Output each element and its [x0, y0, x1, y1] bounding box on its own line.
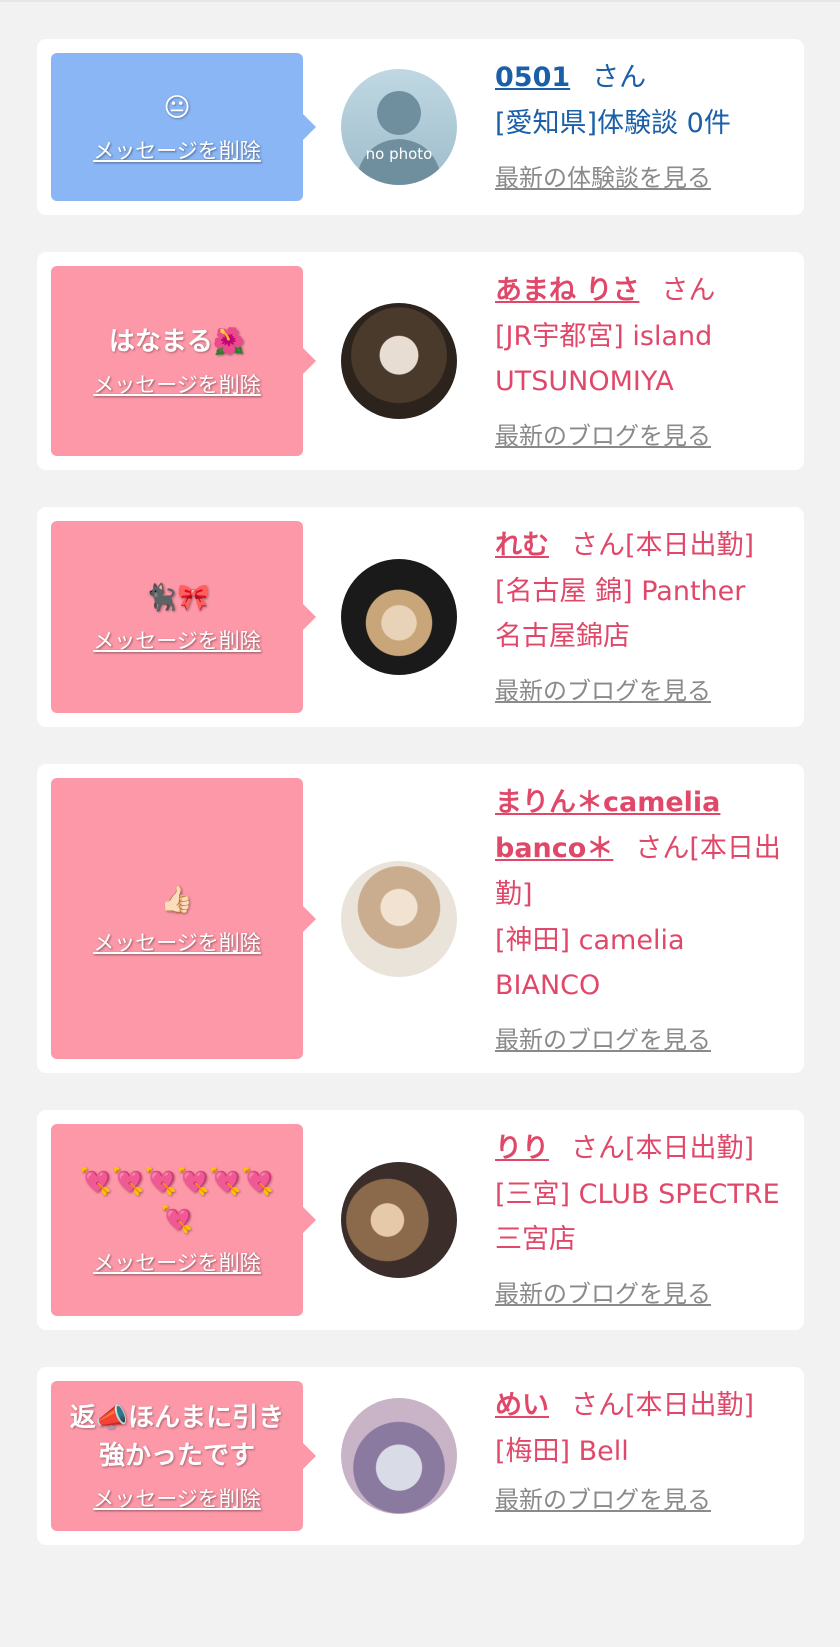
avatar[interactable]: no photo	[341, 69, 457, 185]
girl-info: まりん＊camelia banco＊ さん[本日出勤] [神田] camelia …	[495, 778, 790, 1059]
girl-name-link[interactable]: 0501	[495, 62, 570, 93]
honorific: さん[本日出勤]	[571, 530, 755, 561]
shop-name: [神田] camelia BIANCO	[495, 925, 685, 1001]
message-card: 😐 メッセージを削除 no photo 0501 さん [愛知県]体験談 0件 最…	[37, 39, 804, 215]
message-text: 返📣ほんまに引き強かったです	[69, 1403, 285, 1471]
girl-name-link[interactable]: めい	[495, 1390, 549, 1421]
message-text: はなまる🌺	[108, 327, 246, 357]
delete-message-link[interactable]: メッセージを削除	[93, 625, 261, 655]
latest-blog-link[interactable]: 最新のブログを見る	[495, 1274, 711, 1309]
latest-review-link[interactable]: 最新の体験談を見る	[495, 158, 711, 193]
latest-blog-link[interactable]: 最新のブログを見る	[495, 416, 711, 451]
avatar[interactable]	[341, 303, 457, 419]
message-text: 🐈‍⬛🎀	[144, 583, 210, 613]
avatar-area	[303, 266, 495, 456]
message-bubble: 💘💘💘💘💘💘💘 メッセージを削除	[51, 1124, 316, 1316]
honorific: さん	[661, 275, 716, 306]
message-text: 😐	[163, 93, 191, 123]
girl-name-link[interactable]: あまね りさ	[495, 275, 639, 306]
avatar[interactable]	[341, 559, 457, 675]
message-bubble: はなまる🌺 メッセージを削除	[51, 266, 316, 456]
girl-info: 0501 さん [愛知県]体験談 0件 最新の体験談を見る	[495, 53, 790, 201]
message-card: はなまる🌺 メッセージを削除 あまね りさ さん [JR宇都宮] island U…	[37, 252, 804, 470]
message-bubble: 🐈‍⬛🎀 メッセージを削除	[51, 521, 316, 713]
avatar-area	[303, 778, 495, 1059]
shop-name: [名古屋 錦] Panther 名古屋錦店	[495, 576, 746, 652]
shop-name: [梅田] Bell	[495, 1436, 629, 1467]
no-photo-label: no photo	[365, 145, 433, 163]
message-text: 💘💘💘💘💘💘💘	[79, 1167, 275, 1235]
message-card: 🐈‍⬛🎀 メッセージを削除 れむ さん[本日出勤] [名古屋 錦] Panther…	[37, 507, 804, 727]
message-card: 返📣ほんまに引き強かったです メッセージを削除 めい さん[本日出勤] [梅田] …	[37, 1367, 804, 1545]
avatar[interactable]	[341, 1398, 457, 1514]
honorific: さん	[592, 62, 647, 93]
shop-name: [JR宇都宮] island UTSUNOMIYA	[495, 321, 713, 397]
delete-message-link[interactable]: メッセージを削除	[93, 1483, 261, 1513]
girl-info: めい さん[本日出勤] [梅田] Bell 最新のブログを見る	[495, 1381, 790, 1531]
girl-name-link[interactable]: りり	[495, 1133, 549, 1164]
avatar-area	[303, 521, 495, 713]
message-bubble: 😐 メッセージを削除	[51, 53, 316, 201]
message-bubble: 👍🏻 メッセージを削除	[51, 778, 316, 1059]
girl-name-link[interactable]: れむ	[495, 530, 549, 561]
message-card: 💘💘💘💘💘💘💘 メッセージを削除 りり さん[本日出勤] [三宮] CLUB SP…	[37, 1110, 804, 1330]
girl-info: りり さん[本日出勤] [三宮] CLUB SPECTRE 三宮店 最新のブログを…	[495, 1124, 790, 1316]
avatar-area	[303, 1381, 495, 1531]
girl-info: れむ さん[本日出勤] [名古屋 錦] Panther 名古屋錦店 最新のブログを…	[495, 521, 790, 713]
message-list: 😐 メッセージを削除 no photo 0501 さん [愛知県]体験談 0件 最…	[0, 2, 840, 1545]
girl-info: あまね りさ さん [JR宇都宮] island UTSUNOMIYA 最新のブロ…	[495, 266, 790, 456]
honorific: さん[本日出勤]	[571, 1133, 755, 1164]
avatar-area	[303, 1124, 495, 1316]
avatar[interactable]	[341, 860, 457, 977]
delete-message-link[interactable]: メッセージを削除	[93, 369, 261, 399]
delete-message-link[interactable]: メッセージを削除	[93, 1247, 261, 1277]
delete-message-link[interactable]: メッセージを削除	[93, 927, 261, 957]
message-bubble: 返📣ほんまに引き強かったです メッセージを削除	[51, 1381, 316, 1531]
no-photo-silhouette-icon	[355, 91, 443, 185]
latest-blog-link[interactable]: 最新のブログを見る	[495, 1020, 711, 1055]
avatar-area: no photo	[303, 53, 495, 201]
shop-name: [愛知県]体験談 0件	[495, 108, 731, 139]
honorific: さん[本日出勤]	[571, 1390, 755, 1421]
delete-message-link[interactable]: メッセージを削除	[93, 135, 261, 165]
avatar[interactable]	[341, 1162, 457, 1278]
latest-blog-link[interactable]: 最新のブログを見る	[495, 1480, 711, 1515]
message-card: 👍🏻 メッセージを削除 まりん＊camelia banco＊ さん[本日出勤] […	[37, 764, 804, 1073]
latest-blog-link[interactable]: 最新のブログを見る	[495, 671, 711, 706]
shop-name: [三宮] CLUB SPECTRE 三宮店	[495, 1179, 780, 1255]
message-text: 👍🏻	[160, 884, 194, 915]
